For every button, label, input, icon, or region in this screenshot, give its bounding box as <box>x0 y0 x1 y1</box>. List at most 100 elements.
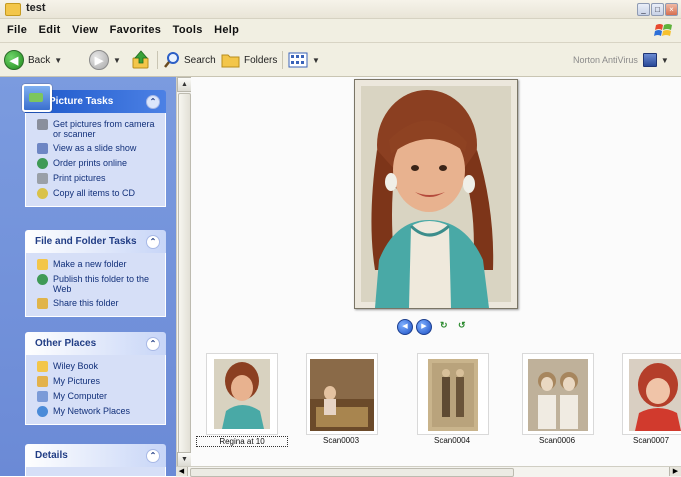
details-body <box>25 467 166 476</box>
horizontal-scrollbar[interactable]: ◀ ▶ <box>176 466 681 477</box>
menu-tools[interactable]: Tools <box>173 24 203 36</box>
picture-tasks-title: Picture Tasks <box>49 96 114 107</box>
place-my-network[interactable]: My Network Places <box>26 404 165 419</box>
rotate-counterclockwise-button[interactable]: ↺ <box>458 320 472 332</box>
explorer-window: test _ □ × File Edit View Favorites Tool… <box>0 0 681 477</box>
task-publish-web[interactable]: Publish this folder to the Web <box>26 272 165 296</box>
place-wiley-book[interactable]: Wiley Book <box>26 359 165 374</box>
thumbnail-image <box>629 359 681 431</box>
menu-favorites[interactable]: Favorites <box>110 24 162 36</box>
place-label: My Network Places <box>53 406 131 416</box>
place-label: My Pictures <box>53 376 101 386</box>
thumbnail-label: Scan0003 <box>322 436 360 445</box>
photo-preview[interactable] <box>354 79 518 309</box>
minimize-button[interactable]: _ <box>637 3 650 16</box>
next-image-button[interactable]: ▶ <box>416 319 432 335</box>
folders-button[interactable]: Folders <box>221 49 277 71</box>
chevron-down-icon: ▼ <box>312 55 320 65</box>
file-folder-tasks-title: File and Folder Tasks <box>35 236 137 247</box>
back-button[interactable]: ◀ Back ▼ <box>4 49 62 71</box>
menu-help[interactable]: Help <box>214 24 239 36</box>
toolbar-separator <box>282 51 283 69</box>
place-label: Wiley Book <box>53 361 99 371</box>
other-places-header[interactable]: Other Places ⌃ <box>25 332 166 355</box>
maximize-button[interactable]: □ <box>651 3 664 16</box>
views-grid-icon <box>288 52 308 68</box>
details-header[interactable]: Details ⌃ <box>25 444 166 467</box>
folders-icon <box>221 54 240 68</box>
thumbnail-scan0007[interactable] <box>622 353 681 435</box>
task-get-pictures[interactable]: Get pictures from camera or scanner <box>26 117 165 141</box>
norton-shield-icon <box>642 53 657 67</box>
back-label: Back <box>28 54 51 66</box>
task-print-pictures[interactable]: Print pictures <box>26 171 165 186</box>
filmstrip-view: ◀ ▶ ↻ ↺ Regina at 10 Scan0003 Scan0004 S… <box>191 77 681 466</box>
toolbar: ◀ Back ▼ ▶ ▼ Search Folders ▼ Norton Ant… <box>0 43 681 77</box>
task-label: Share this folder <box>53 298 119 308</box>
details-panel: Details ⌃ <box>25 444 166 476</box>
thumbnail-regina-at-10[interactable] <box>206 353 278 435</box>
menu-file[interactable]: File <box>7 24 27 36</box>
file-folder-tasks-header[interactable]: File and Folder Tasks ⌃ <box>25 230 166 253</box>
thumbnail-strip: Regina at 10 Scan0003 Scan0004 Scan0006 <box>191 347 681 457</box>
thumbnail-label: Scan0006 <box>538 436 576 445</box>
details-title: Details <box>35 450 68 461</box>
collapse-chevron-icon[interactable]: ⌃ <box>146 337 160 351</box>
computer-icon <box>37 391 48 402</box>
task-pane-scrollbar[interactable]: ▲ ▼ <box>176 77 192 467</box>
picture-tasks-header[interactable]: Picture Tasks ⌃ <box>22 84 166 113</box>
window-title: test <box>26 2 46 14</box>
folder-icon <box>37 361 48 372</box>
task-label: Copy all items to CD <box>53 188 136 198</box>
scrollbar-thumb[interactable] <box>178 93 191 455</box>
rotate-clockwise-button[interactable]: ↻ <box>440 320 454 332</box>
place-my-computer[interactable]: My Computer <box>26 389 165 404</box>
chevron-down-icon: ▼ <box>54 55 63 65</box>
task-copy-to-cd[interactable]: Copy all items to CD <box>26 186 165 201</box>
collapse-chevron-icon[interactable]: ⌃ <box>146 95 160 109</box>
task-new-folder[interactable]: Make a new folder <box>26 257 165 272</box>
chevron-down-icon: ▼ <box>113 55 121 65</box>
task-label: Order prints online <box>53 158 128 168</box>
expand-chevron-icon[interactable]: ⌃ <box>146 449 160 463</box>
collapse-chevron-icon[interactable]: ⌃ <box>146 235 160 249</box>
scroll-left-button[interactable]: ◀ <box>176 467 188 476</box>
task-share-folder[interactable]: Share this folder <box>26 296 165 311</box>
norton-antivirus-button[interactable]: Norton AntiVirus ▼ <box>573 49 669 71</box>
task-label: View as a slide show <box>53 143 137 153</box>
scroll-down-button[interactable]: ▼ <box>177 452 192 467</box>
camera-icon <box>37 119 48 130</box>
picture-tasks-icon <box>22 84 52 112</box>
picture-tasks-panel: Picture Tasks ⌃ Get pictures from camera… <box>22 84 166 207</box>
task-order-prints[interactable]: Order prints online <box>26 156 165 171</box>
thumbnail-label: Regina at 10 <box>196 436 288 447</box>
forward-button[interactable]: ▶ ▼ <box>89 49 121 71</box>
place-my-pictures[interactable]: My Pictures <box>26 374 165 389</box>
scroll-right-button[interactable]: ▶ <box>669 467 681 476</box>
thumbnail-image <box>528 359 588 431</box>
preview-photo-image <box>355 80 517 308</box>
title-bar[interactable]: test _ □ × <box>0 0 681 19</box>
thumbnail-scan0006[interactable] <box>522 353 594 435</box>
cd-icon <box>37 188 48 199</box>
file-folder-tasks-body: Make a new folder Publish this folder to… <box>25 253 166 317</box>
new-folder-icon <box>37 259 48 270</box>
previous-image-button[interactable]: ◀ <box>397 319 413 335</box>
views-button[interactable]: ▼ <box>288 49 320 71</box>
menu-edit[interactable]: Edit <box>39 24 61 36</box>
task-label: Publish this folder to the Web <box>53 274 150 294</box>
task-pane: Picture Tasks ⌃ Get pictures from camera… <box>0 77 176 476</box>
close-button[interactable]: × <box>665 3 678 16</box>
menu-view[interactable]: View <box>72 24 98 36</box>
folder-icon <box>5 3 21 16</box>
up-folder-button[interactable] <box>131 49 151 71</box>
search-button[interactable]: Search <box>163 49 216 71</box>
forward-arrow-icon: ▶ <box>89 50 109 70</box>
thumbnail-scan0004[interactable] <box>417 353 489 435</box>
search-label: Search <box>184 54 216 66</box>
windows-logo-icon <box>654 24 672 36</box>
thumbnail-scan0003[interactable] <box>306 353 378 435</box>
task-slide-show[interactable]: View as a slide show <box>26 141 165 156</box>
scroll-up-button[interactable]: ▲ <box>177 77 192 92</box>
other-places-panel: Other Places ⌃ Wiley Book My Pictures My… <box>25 332 166 425</box>
